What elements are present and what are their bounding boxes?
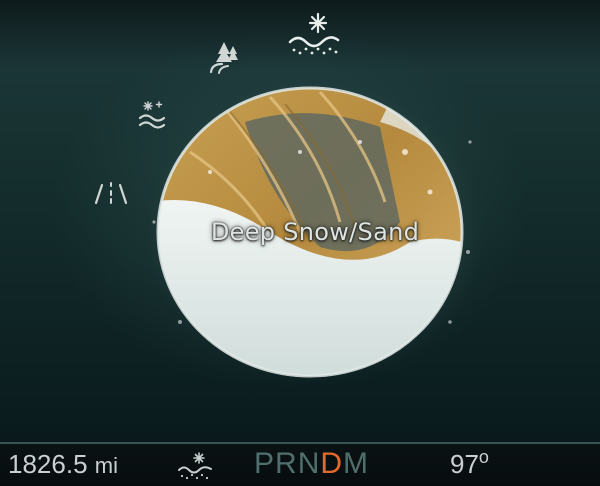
gear-r: R xyxy=(275,447,298,480)
gear-m: M xyxy=(343,447,370,480)
cluster-screen: Deep Snow/Sand xyxy=(0,0,600,442)
gear-n: N xyxy=(297,447,321,480)
gear-selector: PRNDM xyxy=(254,447,369,481)
deep-snow-sand-icon xyxy=(178,452,212,480)
odometer-value: 1826.5 xyxy=(8,449,88,479)
odometer-unit: mi xyxy=(94,453,118,478)
drive-mode-title: Deep Snow/Sand xyxy=(210,218,420,246)
trees-road-icon xyxy=(209,42,238,74)
gear-d: D xyxy=(320,447,344,480)
deep-snow-sand-icon xyxy=(288,12,340,55)
gear-p: P xyxy=(254,447,276,480)
odometer: 1826.5 mi xyxy=(8,449,118,480)
outside-temperature: 97o xyxy=(450,447,489,480)
temperature-unit: o xyxy=(478,447,489,467)
temperature-value: 97 xyxy=(450,449,479,479)
road-marks-icon xyxy=(94,182,128,205)
